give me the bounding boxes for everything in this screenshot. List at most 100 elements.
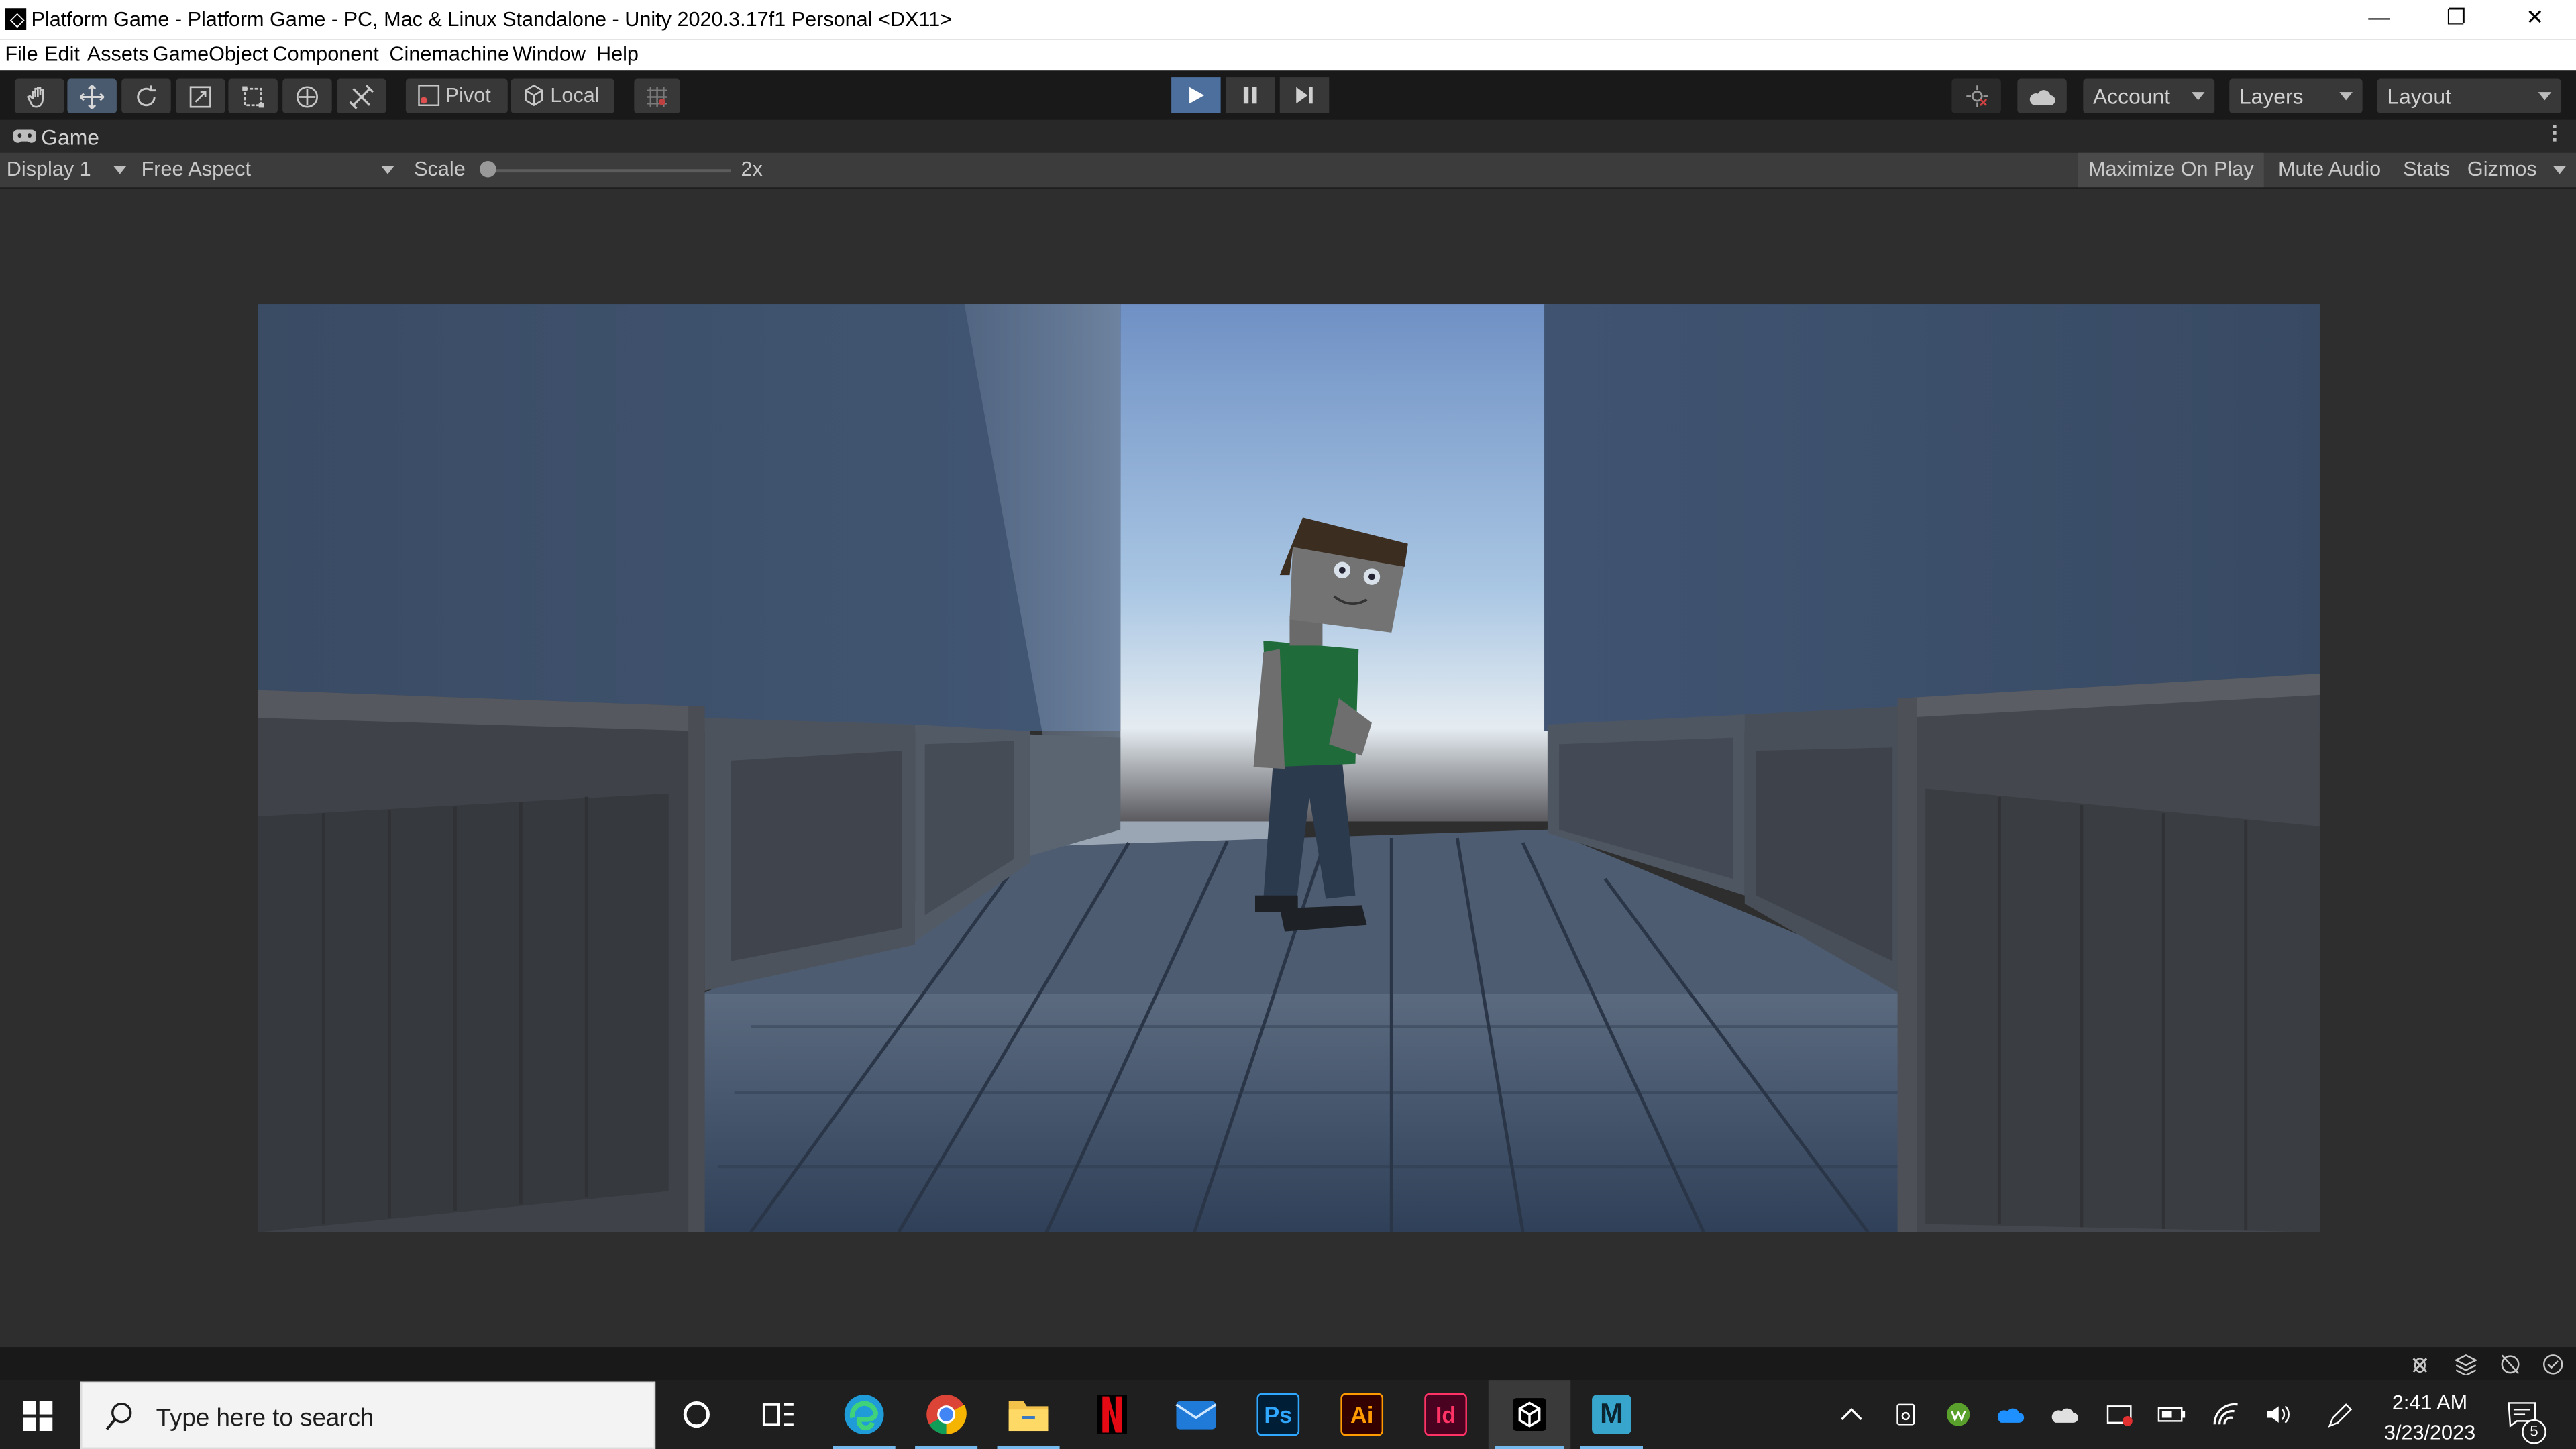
taskbar-app-edge[interactable] (826, 1380, 902, 1449)
taskbar-app-mail[interactable] (1159, 1380, 1234, 1449)
layers-label: Layers (2239, 83, 2304, 109)
taskbar-app-netflix[interactable] (1075, 1380, 1150, 1449)
menu-assets[interactable]: Assets (87, 43, 149, 66)
wifi-icon[interactable] (2211, 1401, 2241, 1428)
panel-menu-icon[interactable] (2553, 125, 2558, 144)
pen-icon[interactable] (2324, 1401, 2354, 1428)
netflix-icon (1097, 1395, 1128, 1434)
custom-tool-button[interactable] (337, 78, 386, 113)
menu-window[interactable]: Window (513, 43, 586, 66)
aspect-dropdown[interactable]: Free Aspect (142, 158, 251, 180)
rect-tool-button[interactable] (228, 78, 278, 113)
services-icon (1966, 85, 1988, 107)
photoshop-icon: Ps (1256, 1393, 1300, 1436)
grid-snap-icon (647, 86, 667, 106)
rotate-icon (137, 85, 156, 105)
clock-date: 3/23/2023 (2383, 1421, 2476, 1444)
notification-count-badge: 5 (2522, 1419, 2546, 1444)
menu-component[interactable]: Component (273, 43, 379, 66)
task-view-button[interactable] (741, 1380, 816, 1449)
transform-tool-button[interactable] (282, 78, 332, 113)
menu-file[interactable]: File (5, 43, 38, 66)
restore-button[interactable]: ❐ (2418, 0, 2494, 40)
grid-snap-button[interactable] (634, 78, 680, 113)
layers-stack-icon[interactable] (2454, 1354, 2478, 1375)
taskbar-app-maya[interactable]: M (1574, 1380, 1650, 1449)
mute-audio-toggle[interactable]: Mute Audio (2267, 153, 2392, 187)
windows-start-icon[interactable] (23, 1401, 53, 1432)
cortana-circle-icon (683, 1401, 710, 1428)
unity-icon (1513, 1398, 1546, 1432)
device-icon[interactable] (1891, 1401, 1921, 1428)
tab-game-label: Game (41, 125, 99, 150)
chevron-down-icon (2191, 92, 2205, 101)
taskbar-app-unity[interactable] (1488, 1380, 1571, 1449)
maya-icon: M (1592, 1395, 1631, 1434)
status-bar (0, 1347, 2576, 1381)
taskbar-app-chrome[interactable] (908, 1380, 984, 1449)
mail-icon (1175, 1401, 1217, 1430)
webroot-icon[interactable] (1943, 1401, 1973, 1428)
gizmos-chevron-down-icon[interactable] (2553, 166, 2567, 174)
battery-icon[interactable] (2157, 1401, 2187, 1428)
tab-game[interactable]: Game (13, 125, 99, 150)
rotate-tool-button[interactable] (121, 78, 171, 113)
taskbar-app-illustrator[interactable]: Ai (1324, 1380, 1400, 1449)
layout-dropdown[interactable]: Layout (2377, 78, 2561, 113)
debug-bug-icon[interactable] (2408, 1354, 2431, 1375)
step-icon (1296, 87, 1313, 104)
close-button[interactable]: ✕ (2497, 0, 2573, 40)
layers-dropdown[interactable]: Layers (2229, 78, 2363, 113)
pivot-label: Pivot (445, 83, 491, 107)
gizmos-toggle[interactable]: Gizmos (2461, 153, 2543, 187)
step-button[interactable] (1279, 77, 1330, 113)
indesign-icon: Id (1424, 1393, 1467, 1436)
move-tool-button[interactable] (67, 78, 117, 113)
scale-slider-track[interactable] (488, 169, 731, 173)
check-circle-icon[interactable] (2542, 1354, 2565, 1375)
taskbar-app-file-explorer[interactable] (991, 1380, 1067, 1449)
volume-icon[interactable] (2264, 1401, 2294, 1428)
unity-editor-window: Platform Game - Platform Game - PC, Mac … (0, 0, 2576, 1449)
pivot-toggle[interactable]: Pivot (405, 78, 508, 113)
chevron-down-icon (2538, 92, 2552, 101)
taskbar-app-photoshop[interactable]: Ps (1240, 1380, 1316, 1449)
rect-transform-icon (242, 85, 264, 107)
taskbar-search-box[interactable]: Type here to search (80, 1381, 656, 1449)
maximize-on-play-toggle[interactable]: Maximize On Play (2078, 152, 2264, 188)
tools-icon (349, 83, 374, 109)
security-alert-icon[interactable] (2104, 1401, 2134, 1428)
taskbar-app-indesign[interactable]: Id (1408, 1380, 1484, 1449)
pivot-icon (418, 85, 440, 106)
menu-edit[interactable]: Edit (44, 43, 80, 66)
chevron-up-icon[interactable] (1837, 1401, 1866, 1428)
play-button[interactable] (1171, 77, 1221, 113)
hand-tool-button[interactable] (15, 78, 64, 113)
collab-services-button[interactable] (1951, 78, 2001, 113)
pause-button[interactable] (1225, 77, 1275, 113)
windows-taskbar: Type here to search Ps Ai Id M 2:41 AM 3… (0, 1380, 2576, 1449)
menu-help[interactable]: Help (596, 43, 639, 66)
scale-slider-thumb[interactable] (480, 161, 496, 178)
stats-toggle[interactable]: Stats (2396, 153, 2458, 187)
clock-time: 2:41 AM (2392, 1391, 2468, 1415)
menu-cinemachine[interactable]: Cinemachine (389, 43, 509, 66)
hand-icon (26, 86, 44, 107)
edge-icon (844, 1395, 884, 1434)
minimize-button[interactable]: — (2341, 0, 2417, 40)
chevron-down-icon (113, 166, 127, 174)
play-icon (1189, 87, 1205, 104)
cloud-sync-icon[interactable] (2050, 1401, 2080, 1428)
menu-gameobject[interactable]: GameObject (153, 43, 268, 66)
onedrive-icon[interactable] (1996, 1401, 2026, 1428)
taskbar-clock[interactable]: 2:41 AM 3/23/2023 (2366, 1388, 2494, 1447)
cortana-button[interactable] (659, 1380, 735, 1449)
account-dropdown[interactable]: Account (2083, 78, 2215, 113)
game-render-viewport[interactable] (258, 304, 2320, 1234)
local-toggle[interactable]: Local (511, 78, 614, 113)
scale-tool-button[interactable] (176, 78, 225, 113)
display-dropdown[interactable]: Display 1 (7, 158, 91, 180)
no-lighting-icon[interactable] (2499, 1354, 2522, 1375)
cloud-button[interactable] (2017, 78, 2067, 113)
task-view-icon (762, 1403, 794, 1426)
